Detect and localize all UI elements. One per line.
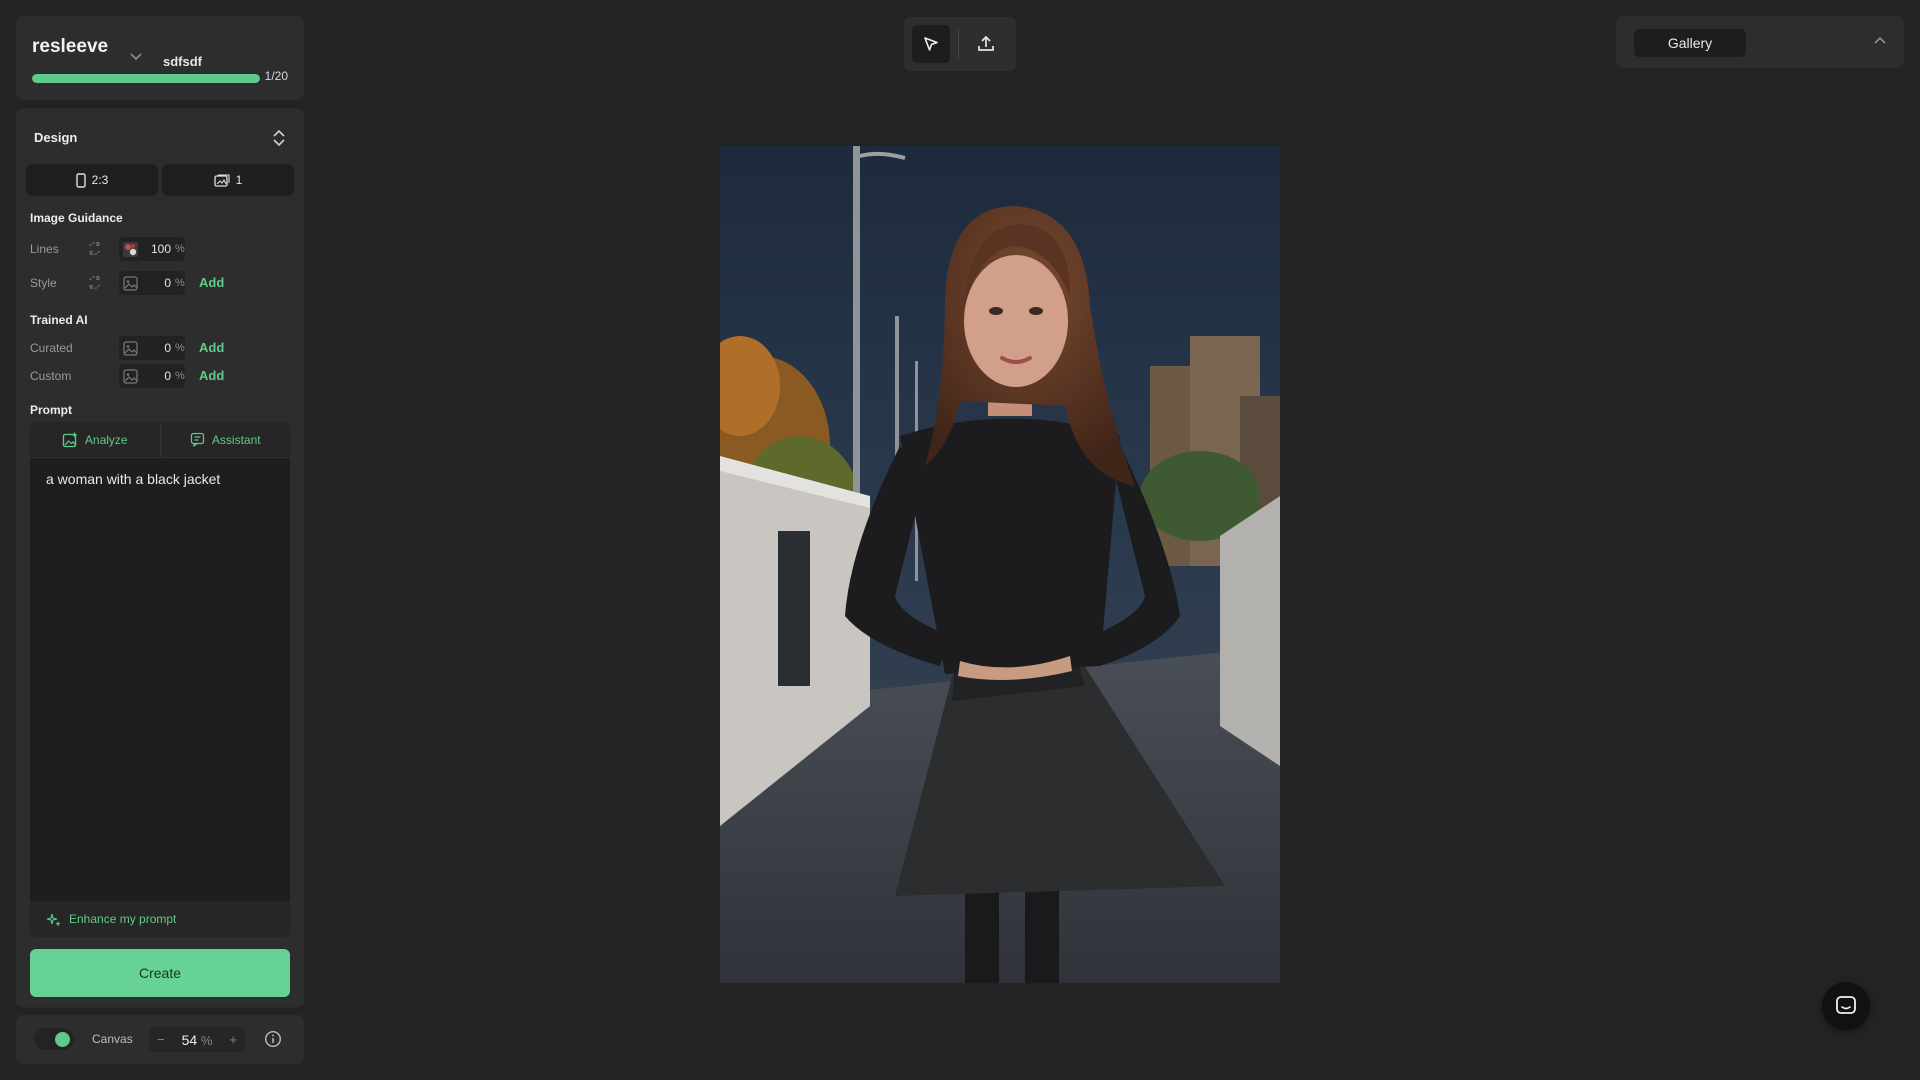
chevron-down-icon[interactable] bbox=[130, 53, 142, 61]
canvas-toolbar bbox=[904, 17, 1016, 71]
curated-value: 0 bbox=[164, 341, 171, 355]
progress-fill bbox=[32, 74, 260, 83]
image-placeholder-icon bbox=[123, 275, 138, 291]
custom-add-link[interactable]: Add bbox=[199, 368, 224, 383]
tab-assistant[interactable]: Assistant bbox=[159, 422, 291, 457]
gallery-panel: Gallery bbox=[1616, 16, 1904, 68]
canvas-toggle[interactable] bbox=[34, 1028, 74, 1050]
project-subtitle: sdfsdf bbox=[163, 54, 202, 69]
toolbar-divider bbox=[958, 29, 959, 59]
lines-label: Lines bbox=[30, 242, 59, 256]
gallery-button[interactable]: Gallery bbox=[1634, 29, 1746, 57]
lines-value: 100 bbox=[150, 242, 171, 256]
prompt-tabs: Analyze Assistant bbox=[30, 422, 290, 458]
trained-ai-title: Trained AI bbox=[30, 313, 88, 327]
lines-strength-input[interactable]: 100 % bbox=[119, 237, 185, 261]
chat-bubble-icon bbox=[190, 432, 205, 447]
canvas-bar: Canvas − 54 % + bbox=[16, 1015, 304, 1064]
lines-unit: % bbox=[175, 243, 185, 255]
custom-value: 0 bbox=[164, 369, 171, 383]
image-placeholder-icon bbox=[123, 368, 138, 384]
create-button[interactable]: Create bbox=[30, 949, 290, 997]
tab-assistant-label: Assistant bbox=[211, 432, 261, 447]
aspect-ratio-button[interactable]: 2:3 bbox=[26, 164, 158, 196]
lines-thumbnail-icon bbox=[123, 241, 138, 257]
design-panel: Design 2:3 1 Image Guidance Lines 100 % … bbox=[16, 109, 304, 1007]
style-strength-input[interactable]: 0 % bbox=[119, 271, 185, 295]
generation-progress-bar bbox=[32, 74, 260, 83]
expand-collapse-icon[interactable] bbox=[272, 129, 286, 147]
curated-add-link[interactable]: Add bbox=[199, 340, 224, 355]
image-plus-icon bbox=[62, 432, 77, 447]
image-count-button[interactable]: 1 bbox=[162, 164, 294, 196]
custom-unit: % bbox=[175, 370, 185, 382]
canvas-label: Canvas bbox=[92, 1032, 133, 1046]
curated-unit: % bbox=[175, 342, 185, 354]
chevron-up-icon[interactable] bbox=[1874, 36, 1886, 44]
prompt-textarea[interactable]: a woman with a black jacket bbox=[46, 471, 220, 487]
tab-analyze-label: Analyze bbox=[84, 432, 128, 447]
style-add-link[interactable]: Add bbox=[199, 275, 224, 290]
style-label: Style bbox=[30, 276, 57, 290]
curated-label: Curated bbox=[30, 341, 73, 355]
chat-launcher-button[interactable] bbox=[1822, 982, 1870, 1030]
enhance-prompt-button[interactable]: Enhance my prompt bbox=[30, 901, 290, 937]
generated-image-illustration bbox=[720, 146, 1280, 983]
toggle-knob bbox=[55, 1032, 70, 1047]
prompt-title: Prompt bbox=[30, 403, 72, 417]
generated-image[interactable] bbox=[720, 146, 1280, 983]
aspect-ratio-label: 2:3 bbox=[91, 173, 109, 187]
prompt-box: Analyze Assistant a woman with a black j… bbox=[30, 422, 290, 937]
image-count-label: 1 bbox=[235, 173, 243, 187]
portrait-frame-icon bbox=[75, 172, 86, 188]
progress-count: 1/20 bbox=[264, 69, 288, 83]
curated-strength-input[interactable]: 0 % bbox=[119, 336, 185, 360]
images-icon bbox=[214, 173, 230, 187]
style-value: 0 bbox=[164, 276, 171, 290]
design-title: Design bbox=[34, 130, 78, 145]
zoom-unit: % bbox=[200, 1032, 213, 1048]
zoom-control: − 54 % + bbox=[149, 1027, 245, 1052]
project-name[interactable]: resleeve bbox=[32, 36, 108, 58]
style-unit: % bbox=[175, 277, 185, 289]
info-icon[interactable] bbox=[264, 1030, 282, 1048]
zoom-value[interactable]: 54 bbox=[182, 1032, 198, 1048]
custom-strength-input[interactable]: 0 % bbox=[119, 364, 185, 388]
zoom-in-button[interactable]: + bbox=[229, 1032, 237, 1047]
enhance-prompt-label: Enhance my prompt bbox=[69, 912, 177, 926]
image-guidance-title: Image Guidance bbox=[30, 211, 123, 225]
project-header-panel: resleeve sdfsdf 1/20 bbox=[16, 16, 304, 100]
chat-icon bbox=[1836, 996, 1856, 1014]
upload-icon bbox=[978, 35, 994, 51]
export-button[interactable] bbox=[967, 25, 1005, 63]
select-tool-button[interactable] bbox=[912, 25, 950, 63]
tab-analyze[interactable]: Analyze bbox=[30, 422, 160, 457]
sparkle-icon bbox=[46, 913, 61, 926]
link-rotate-icon[interactable] bbox=[86, 240, 103, 257]
custom-label: Custom bbox=[30, 369, 72, 383]
cursor-arrow-icon bbox=[924, 37, 938, 51]
link-rotate-icon[interactable] bbox=[86, 274, 103, 291]
image-placeholder-icon bbox=[123, 340, 138, 356]
zoom-out-button[interactable]: − bbox=[157, 1032, 165, 1047]
